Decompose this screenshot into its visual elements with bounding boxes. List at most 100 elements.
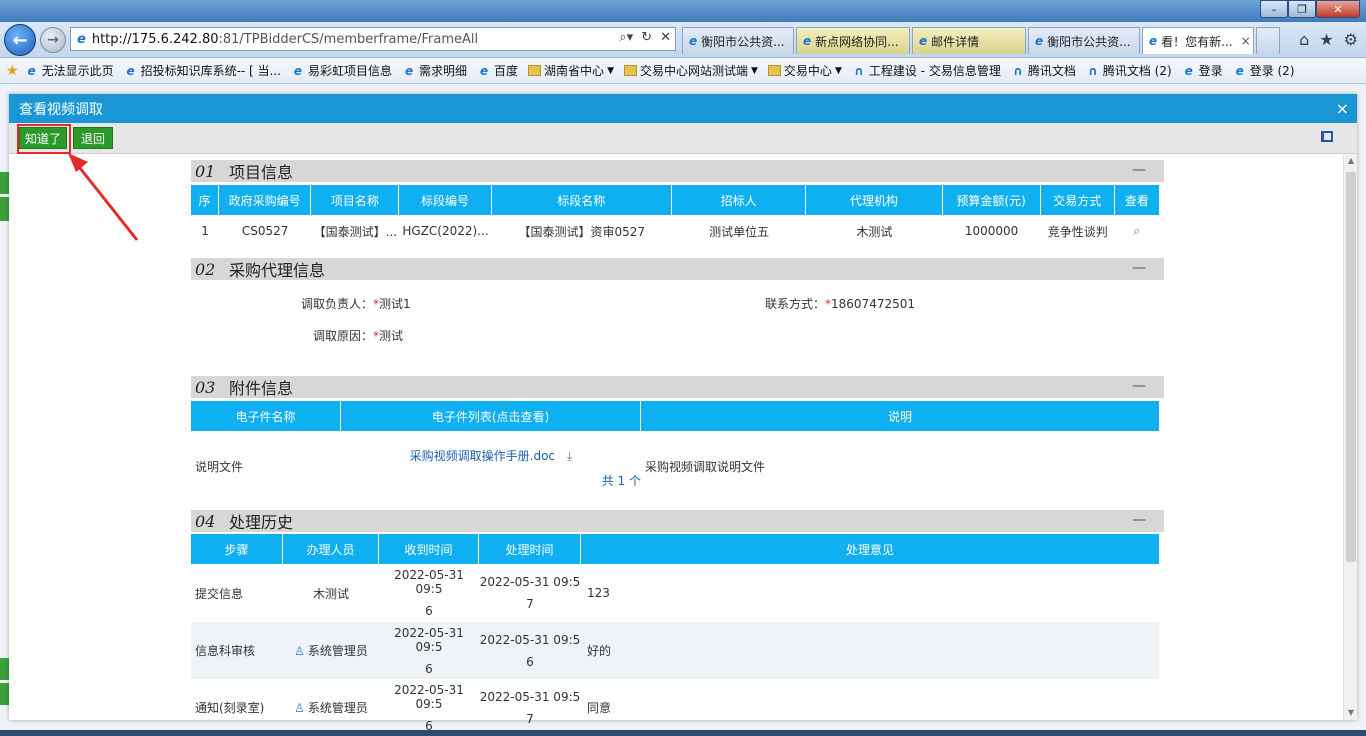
acknowledge-button[interactable]: 知道了 — [19, 127, 67, 149]
address-bar[interactable]: e http://175.6.242.80:81/TPBidderCS/memb… — [70, 27, 676, 51]
scroll-thumb[interactable] — [1346, 172, 1356, 562]
favorite-item[interactable]: e 登录 — [1182, 62, 1223, 79]
url-host: http://175.6.242.80 — [91, 31, 219, 47]
column-header: 电子件列表(点击查看) — [341, 401, 641, 431]
reason-value: 测试 — [379, 329, 404, 343]
section-number: 04 — [195, 511, 216, 531]
maximize-button[interactable]: ❐ — [1288, 0, 1316, 18]
folder-icon — [528, 65, 542, 76]
browser-tab[interactable]: e 新点网络协同... — [796, 27, 910, 54]
table-row: 说明文件 采购视频调取操作手册.doc ⤓ 共 1 个 采购视频调取说明文件 — [191, 431, 1159, 501]
favorite-item[interactable]: e 无法显示此页 — [25, 62, 113, 79]
forward-button[interactable]: → — [40, 27, 66, 53]
window-close-button[interactable]: ✕ — [1316, 0, 1360, 18]
tencent-docs-icon: ∩ — [1087, 63, 1098, 78]
attachment-file-link[interactable]: 采购视频调取操作手册.doc — [410, 449, 555, 463]
column-header: 项目名称 — [311, 185, 400, 215]
list-view-icon[interactable] — [1321, 131, 1333, 142]
download-icon[interactable]: ⤓ — [567, 449, 572, 463]
minimize-button[interactable]: – — [1260, 0, 1288, 18]
chevron-down-icon[interactable]: ▼ — [835, 66, 842, 76]
table-row: 提交信息 木测试 2022-05-31 09:5 6 2022-05-31 09:… — [191, 564, 1159, 622]
favorite-item[interactable]: 交易中心网站测试端 ▼ — [623, 62, 758, 79]
favorite-item[interactable]: ∩ 腾讯文档 (2) — [1086, 62, 1172, 79]
favorite-item[interactable]: e 招投标知识库系统-- [ 当... — [124, 62, 282, 79]
side-tab-marker — [0, 197, 9, 221]
close-icon[interactable]: × — [1336, 99, 1349, 118]
reason-field: 调取原因：*测试 — [313, 327, 403, 344]
chevron-down-icon[interactable]: ▼ — [751, 66, 758, 76]
handler-name: 系统管理员 — [307, 701, 368, 715]
table-row: 通知(刻录室) ♙ 系统管理员 2022-05-31 09:5 6 2022-05-… — [191, 679, 1159, 736]
os-taskbar — [0, 730, 1366, 736]
search-icon[interactable]: ⌕▾ — [619, 30, 633, 45]
favorite-item[interactable]: ∩ 腾讯文档 — [1011, 62, 1076, 79]
agent-info-form: 调取负责人：*测试1 联系方式：*18607472501 调取原因：*测试 — [191, 280, 1164, 366]
magnifier-icon[interactable]: ⌕ — [1133, 224, 1140, 239]
side-tab-marker — [0, 172, 9, 194]
processed-time-cell: 2022-05-31 09:5 6 — [479, 622, 581, 679]
scroll-up-icon[interactable]: ▲ — [1344, 154, 1358, 168]
opinion-cell: 123 — [587, 586, 610, 600]
refresh-icon[interactable]: ↻ — [641, 30, 652, 45]
new-tab-button[interactable] — [1256, 27, 1280, 54]
favorite-label: 需求明细 — [419, 64, 468, 78]
attachment-name: 说明文件 — [195, 459, 244, 474]
favorites-star-icon[interactable]: ★ — [1319, 30, 1333, 49]
section-attachments: 03 附件信息 — — [191, 376, 1164, 398]
ie-icon: e — [1184, 63, 1193, 78]
scroll-down-icon[interactable]: ▼ — [1344, 706, 1358, 720]
favorite-item[interactable]: 湖南省中心 ▼ — [528, 62, 614, 79]
back-button[interactable]: ← — [4, 24, 36, 56]
tab-close-icon[interactable]: × — [1241, 34, 1251, 48]
home-icon[interactable]: ⌂ — [1299, 30, 1309, 49]
table-cell: CS0527 — [241, 224, 289, 238]
attachment-count: 共 1 个 — [601, 474, 641, 488]
table-row: 信息科审核 ♙ 系统管理员 2022-05-31 09:5 6 2022-05-31… — [191, 622, 1159, 679]
table-row: 1 CS0527 【国泰测试】... HGZC(2022)... 【国泰测试】资… — [191, 215, 1159, 247]
collapse-icon[interactable]: — — [1132, 162, 1146, 178]
favorite-label: 腾讯文档 (2) — [1102, 64, 1172, 78]
section-history: 04 处理历史 — — [191, 510, 1164, 532]
stop-icon[interactable]: ✕ — [660, 30, 671, 45]
ie-icon: e — [1035, 34, 1044, 48]
favorites-star-icon[interactable]: ★ — [6, 63, 19, 79]
browser-tab[interactable]: e 衡阳市公共资... — [682, 27, 794, 54]
favorite-item[interactable]: e 登录 (2) — [1233, 62, 1295, 79]
handler-name: 木测试 — [312, 586, 349, 601]
column-header: 收到时间 — [379, 534, 479, 564]
favorite-item[interactable]: 交易中心 ▼ — [767, 62, 842, 79]
settings-gear-icon[interactable]: ⚙ — [1344, 30, 1358, 49]
favorite-item[interactable]: e 百度 — [477, 62, 518, 79]
attachment-table: 电子件名称 电子件列表(点击查看) 说明 说明文件 采购视频调取操作手册.doc… — [191, 401, 1159, 501]
favorite-item[interactable]: ∩ 工程建设 - 交易信息管理 — [852, 62, 1001, 79]
ie-icon: e — [1149, 34, 1158, 48]
section-number: 02 — [195, 259, 216, 279]
tencent-docs-icon: ∩ — [853, 63, 864, 78]
dialog-content: 01 项目信息 — 序 政府采购编号 项目名称 标段编号 标段名称 招标人 代理… — [191, 160, 1164, 736]
ie-icon: e — [77, 31, 86, 47]
chevron-down-icon[interactable]: ▼ — [607, 66, 614, 76]
favorite-label: 登录 (2) — [1249, 64, 1295, 78]
favorite-label: 招投标知识库系统-- [ 当... — [140, 64, 281, 78]
user-cell: ♙ 系统管理员 — [283, 622, 379, 679]
contact-field: 联系方式：*18607472501 — [765, 295, 915, 312]
ie-icon: e — [126, 63, 135, 78]
window-titlebar: – ❐ ✕ — [0, 0, 1366, 22]
tencent-docs-icon: ∩ — [1012, 63, 1023, 78]
browser-tab[interactable]: e 衡阳市公共资... — [1028, 27, 1140, 54]
favorite-item[interactable]: e 需求明细 — [402, 62, 467, 79]
favorite-label: 湖南省中心 — [544, 64, 605, 78]
vertical-scrollbar[interactable]: ▲ ▼ — [1343, 154, 1357, 720]
collapse-icon[interactable]: — — [1132, 378, 1146, 394]
section-project-info: 01 项目信息 — — [191, 160, 1164, 182]
collapse-icon[interactable]: — — [1132, 260, 1146, 276]
ie-icon: e — [293, 63, 303, 78]
browser-navbar: ← → e http://175.6.242.80:81/TPBidderCS/… — [0, 22, 1366, 58]
browser-tab[interactable]: e 邮件详情 — [912, 27, 1026, 54]
favorite-item[interactable]: e 易彩虹项目信息 — [291, 62, 392, 79]
favorite-label: 易彩虹项目信息 — [308, 64, 393, 78]
browser-tab-active[interactable]: e 看！您有新... × — [1142, 27, 1254, 54]
return-button[interactable]: 退回 — [73, 127, 113, 149]
collapse-icon[interactable]: — — [1132, 512, 1146, 528]
